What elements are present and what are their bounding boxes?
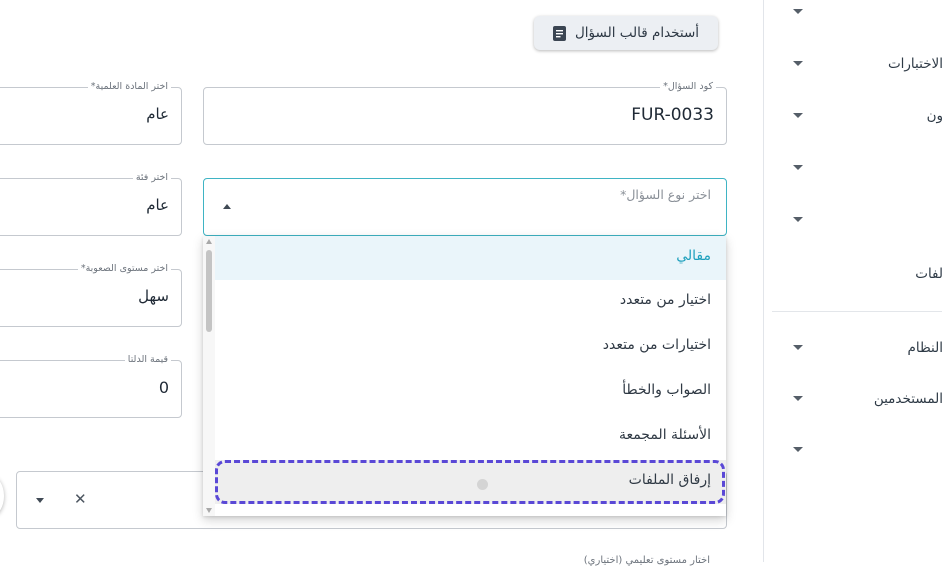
subject-legend: اختر المادة العلمية* (87, 81, 171, 93)
subject-value: عام (146, 105, 169, 123)
chevron-down-icon[interactable] (793, 396, 803, 401)
option-label: اختيار من متعدد (619, 292, 711, 308)
chevron-down-icon[interactable] (793, 165, 803, 170)
sidebar-item-label: لفات (915, 266, 942, 282)
sidebar-item-5[interactable] (764, 208, 942, 232)
sidebar-item-label: ون (926, 108, 942, 124)
side-action-button[interactable] (0, 476, 4, 516)
sidebar-item-3[interactable]: ون (764, 104, 942, 128)
category-legend: اختر فئة (132, 172, 171, 184)
sidebar-item-9[interactable] (764, 438, 942, 462)
sidebar-item-label: النظام (907, 340, 942, 356)
chevron-down-icon[interactable] (793, 61, 803, 66)
difficulty-value: سهل (138, 287, 169, 305)
question-code-legend: كود السؤال* (660, 81, 716, 93)
question-type-select[interactable]: اختر نوع السؤال* (203, 178, 727, 236)
dropdown-scrollbar[interactable] (203, 236, 215, 516)
sidebar-item-label: الاختبارات (887, 56, 942, 72)
option-grouped-questions[interactable]: الأسئلة المجمعة (215, 415, 726, 459)
sidebar-item-users[interactable]: المستخدمين (764, 387, 942, 411)
difficulty-legend: اختر مستوى الصعوبة* (77, 263, 171, 275)
use-question-template-label: أستخدام قالب السؤال (575, 25, 700, 41)
chevron-down-icon[interactable] (793, 345, 803, 350)
difficulty-select[interactable]: اختر مستوى الصعوبة* سهل (0, 263, 182, 327)
sidebar-item-1[interactable] (764, 0, 942, 24)
option-label: اختيارات من متعدد (602, 337, 711, 353)
sidebar: الاختبارات ون لفات النظام المستخدمين (763, 0, 942, 562)
subject-select[interactable]: اختر المادة العلمية* عام (0, 81, 182, 145)
click-ripple (477, 479, 488, 490)
delta-legend: قيمة الدلتا (124, 354, 171, 366)
sidebar-item-exams[interactable]: الاختبارات (764, 52, 942, 76)
delta-field[interactable]: قيمة الدلتا 0 (0, 354, 182, 418)
clear-icon[interactable]: ✕ (74, 492, 87, 507)
category-value: عام (146, 196, 169, 214)
scroll-thumb[interactable] (206, 250, 212, 332)
question-code-value: FUR-0033 (631, 105, 714, 125)
education-level-legend: اختار مستوى تعليمي (اختياري) (583, 555, 710, 566)
sidebar-item-4[interactable] (764, 156, 942, 180)
category-select[interactable]: اختر فئة عام (0, 172, 182, 236)
option-label: الأسئلة المجمعة (618, 427, 711, 443)
sidebar-item-system[interactable]: النظام (764, 336, 942, 360)
chevron-down-icon[interactable] (793, 447, 803, 452)
chevron-down-icon[interactable] (793, 9, 803, 14)
option-essay[interactable]: مقالي (215, 236, 726, 280)
option-true-false[interactable]: الصواب والخطأ (215, 370, 726, 414)
question-type-placeholder: اختر نوع السؤال* (620, 187, 711, 202)
scroll-up-arrow-icon[interactable] (206, 239, 212, 244)
sidebar-divider (772, 311, 942, 312)
option-label: الصواب والخطأ (622, 382, 711, 398)
option-label: إرفاق الملفات (628, 472, 711, 488)
question-type-dropdown[interactable]: مقالي اختيار من متعدد اختيارات من متعدد … (203, 236, 726, 516)
delta-value: 0 (158, 378, 169, 397)
question-code-field[interactable]: كود السؤال* FUR-0033 (203, 81, 727, 145)
chevron-down-icon[interactable] (36, 498, 44, 503)
option-file-upload[interactable]: إرفاق الملفات (215, 460, 726, 504)
scroll-down-arrow-icon[interactable] (206, 508, 212, 513)
use-question-template-button[interactable]: أستخدام قالب السؤال (534, 16, 718, 50)
option-multiple-choice[interactable]: اختيار من متعدد (215, 280, 726, 324)
chevron-up-icon[interactable] (223, 204, 231, 209)
sidebar-item-label: المستخدمين (873, 391, 942, 407)
document-icon (553, 25, 566, 41)
sidebar-item-files[interactable]: لفات (764, 262, 942, 286)
chevron-down-icon[interactable] (793, 217, 803, 222)
option-label: مقالي (676, 248, 711, 264)
option-multiple-answers[interactable]: اختيارات من متعدد (215, 325, 726, 369)
chevron-down-icon[interactable] (793, 113, 803, 118)
